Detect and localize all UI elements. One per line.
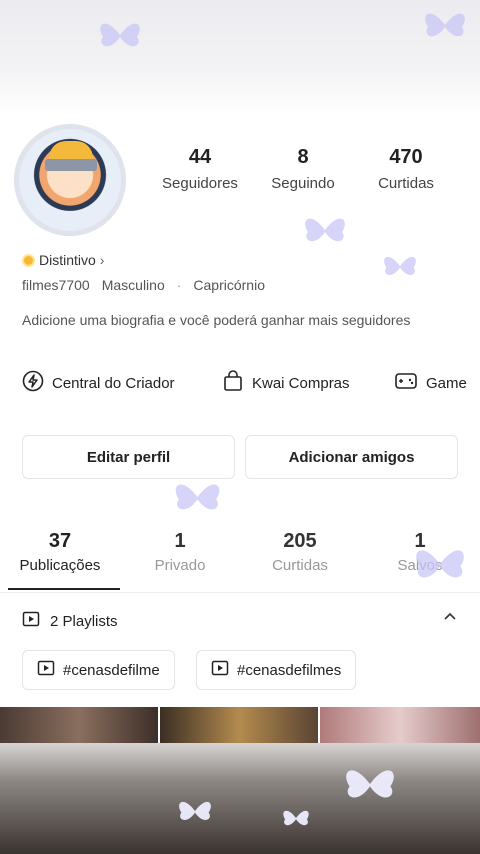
saved-label: Salvos (397, 557, 443, 574)
playlist-chip[interactable]: #cenasdefilme (22, 650, 175, 690)
butterfly-decoration (380, 250, 420, 282)
game-link[interactable]: Game (394, 370, 467, 396)
header-background (0, 0, 480, 115)
active-tab-indicator (8, 588, 120, 590)
private-label: Privado (154, 557, 206, 574)
butterfly-decoration (300, 210, 350, 250)
tab-likes[interactable]: 205 Curtidas (240, 530, 360, 574)
gender: Masculino (101, 277, 165, 293)
private-count: 1 (174, 530, 186, 552)
badge-link[interactable]: Distintivo › (22, 252, 104, 268)
avatar[interactable] (14, 124, 126, 236)
followers-label: Seguidores (162, 175, 238, 192)
following-label: Seguindo (271, 175, 335, 192)
tab-private[interactable]: 1 Privado (120, 530, 240, 574)
profile-meta: filmes7700 Masculino · Capricórnio (22, 277, 265, 293)
butterfly-decoration (170, 475, 225, 519)
username: filmes7700 (22, 277, 90, 293)
avatar-headband (45, 159, 97, 171)
playlist-icon (22, 610, 40, 632)
playlists-header[interactable]: 2 Playlists (22, 610, 118, 632)
following-stat[interactable]: 8 Seguindo (253, 146, 353, 192)
kwai-shop-label: Kwai Compras (252, 374, 350, 392)
playlist-name: #cenasdefilmes (237, 661, 342, 679)
liked-count: 205 (283, 530, 317, 552)
playlists-label: 2 Playlists (50, 612, 118, 630)
video-thumbnail[interactable] (320, 707, 480, 743)
shortcut-links: Central do Criador Kwai Compras Game (22, 370, 480, 398)
add-friends-button[interactable]: Adicionar amigos (245, 435, 458, 479)
liked-label: Curtidas (272, 557, 328, 574)
posts-count: 37 (48, 530, 72, 552)
divider (0, 592, 480, 593)
content-tabs: 37 Publicações 1 Privado 205 Curtidas 1 … (0, 530, 480, 594)
lightning-icon (22, 370, 44, 396)
creator-center-link[interactable]: Central do Criador (22, 370, 175, 396)
playlist-name: #cenasdefilme (63, 661, 160, 679)
tab-posts[interactable]: 37 Publicações (0, 530, 120, 574)
video-preview-background (0, 742, 480, 854)
likes-label: Curtidas (378, 175, 434, 192)
likes-stat[interactable]: 470 Curtidas (356, 146, 456, 192)
separator: · (176, 277, 182, 293)
chevron-up-icon[interactable] (442, 608, 458, 629)
video-thumbnail[interactable] (0, 707, 158, 743)
playlist-icon (37, 659, 55, 681)
video-thumbnails (0, 707, 480, 743)
badge-label: Distintivo (39, 252, 96, 268)
followers-count: 44 (188, 146, 212, 168)
following-count: 8 (297, 146, 309, 168)
shopping-bag-icon (222, 370, 244, 396)
playlist-icon (211, 659, 229, 681)
edit-profile-button[interactable]: Editar perfil (22, 435, 235, 479)
video-thumbnail[interactable] (160, 707, 318, 743)
gamepad-icon (394, 370, 418, 396)
zodiac-sign: Capricórnio (193, 277, 265, 293)
playlist-chip[interactable]: #cenasdefilmes (196, 650, 357, 690)
likes-count: 470 (389, 146, 423, 168)
saved-count: 1 (414, 530, 426, 552)
posts-label: Publicações (19, 557, 101, 574)
game-label: Game (426, 374, 467, 392)
creator-center-label: Central do Criador (52, 374, 175, 392)
followers-stat[interactable]: 44 Seguidores (150, 146, 250, 192)
kwai-shop-link[interactable]: Kwai Compras (222, 370, 350, 396)
chevron-right-icon: › (99, 252, 105, 268)
profile-stats: 44 Seguidores 8 Seguindo 470 Curtidas (150, 146, 470, 206)
bio-prompt[interactable]: Adicione uma biografia e você poderá gan… (22, 311, 422, 329)
tab-saved[interactable]: 1 Salvos (360, 530, 480, 574)
badge-icon (22, 253, 35, 267)
